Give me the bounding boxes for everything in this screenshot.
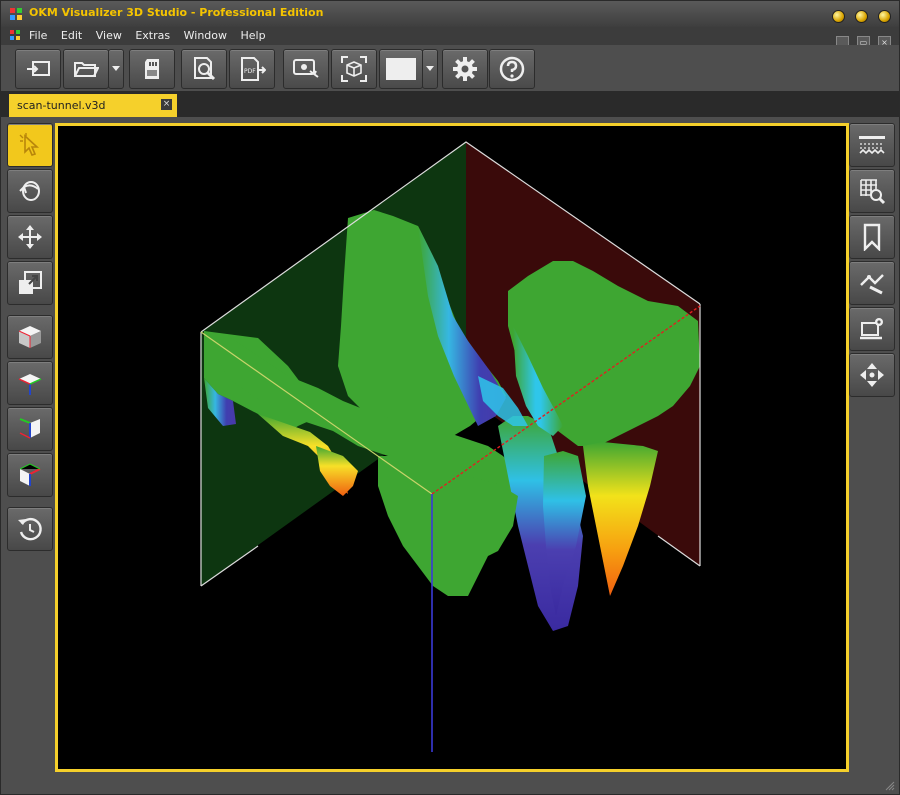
- navigation-icon: [860, 363, 884, 387]
- device-settings-button[interactable]: [849, 307, 895, 351]
- view-top-icon: [18, 374, 42, 395]
- open-file-dropdown[interactable]: [108, 49, 124, 89]
- view-side-button[interactable]: [7, 407, 53, 451]
- color-swatch-dropdown[interactable]: [422, 49, 438, 89]
- document-tab-bar: scan-tunnel.v3d ×: [1, 91, 899, 117]
- import-icon: [27, 61, 50, 76]
- view-front-button[interactable]: [7, 453, 53, 497]
- view-top-button[interactable]: [7, 361, 53, 405]
- resize-grip-icon[interactable]: [885, 781, 895, 791]
- app-logo-icon: [10, 8, 22, 20]
- view-front-icon: [19, 463, 41, 486]
- navigation-button[interactable]: [849, 353, 895, 397]
- export-pdf-icon: PDF: [241, 57, 266, 81]
- help-icon: [499, 56, 525, 82]
- menu-help[interactable]: Help: [241, 29, 266, 42]
- print-preview-icon: [194, 57, 216, 81]
- open-folder-icon: [74, 62, 99, 77]
- rotate-tool-button[interactable]: [7, 169, 53, 213]
- color-swatch-icon: [386, 58, 416, 80]
- minimize-window-button[interactable]: [831, 10, 845, 23]
- menu-edit[interactable]: Edit: [61, 29, 82, 42]
- view-3d-cube-icon: [18, 326, 41, 348]
- print-preview-button[interactable]: [181, 49, 227, 89]
- dropdown-arrow-icon: [426, 66, 434, 71]
- status-bar: [1, 773, 899, 794]
- maximize-window-button[interactable]: [854, 10, 868, 23]
- 3d-scan-render: [200, 141, 701, 752]
- pan-move-icon: [18, 225, 42, 249]
- device-settings-icon: [860, 318, 883, 340]
- menu-file[interactable]: File: [29, 29, 47, 42]
- measure-button[interactable]: [849, 261, 895, 305]
- tab-scan-tunnel[interactable]: scan-tunnel.v3d ×: [9, 94, 177, 117]
- grid-zoom-button[interactable]: [849, 169, 895, 213]
- grid-zoom-icon: [860, 179, 886, 205]
- screenshot-button[interactable]: [283, 49, 329, 89]
- close-tab-icon[interactable]: ×: [161, 99, 172, 110]
- menu-window[interactable]: Window: [184, 29, 227, 42]
- settings-button[interactable]: [442, 49, 488, 89]
- fit-view-icon: [341, 56, 367, 82]
- ground-layer-icon: [859, 136, 885, 155]
- dropdown-arrow-icon: [112, 66, 120, 71]
- ground-layer-button[interactable]: [849, 123, 895, 167]
- reset-view-icon: [18, 517, 42, 541]
- measure-icon: [860, 274, 884, 295]
- reset-view-button[interactable]: [7, 507, 53, 551]
- main-toolbar: PDF: [1, 45, 899, 91]
- application-window: OKM Visualizer 3D Studio - Professional …: [0, 0, 900, 795]
- color-swatch-button[interactable]: [379, 49, 423, 89]
- bookmark-button[interactable]: [849, 215, 895, 259]
- document-icon: [10, 30, 20, 40]
- help-button[interactable]: [489, 49, 535, 89]
- menu-bar: File Edit View Extras Window Help _ ▭ ×: [1, 27, 899, 49]
- menu-view[interactable]: View: [96, 29, 122, 42]
- screenshot-icon: [293, 59, 319, 78]
- sd-card-icon: [145, 59, 159, 79]
- save-card-button[interactable]: [129, 49, 175, 89]
- title-bar: OKM Visualizer 3D Studio - Professional …: [1, 1, 899, 27]
- select-tool-button[interactable]: [7, 123, 53, 167]
- 3d-viewport[interactable]: [55, 123, 849, 772]
- svg-text:PDF: PDF: [244, 68, 256, 75]
- open-file-button[interactable]: [63, 49, 109, 89]
- window-title: OKM Visualizer 3D Studio - Professional …: [29, 6, 324, 19]
- export-pdf-button[interactable]: PDF: [229, 49, 275, 89]
- view-3d-button[interactable]: [7, 315, 53, 359]
- zoom-box-tool-button[interactable]: [7, 261, 53, 305]
- menu-extras[interactable]: Extras: [135, 29, 170, 42]
- bookmark-icon: [863, 223, 881, 251]
- fit-view-button[interactable]: [331, 49, 377, 89]
- pan-tool-button[interactable]: [7, 215, 53, 259]
- settings-icon: [453, 57, 477, 81]
- import-button[interactable]: [15, 49, 61, 89]
- view-side-icon: [19, 418, 40, 439]
- rotate-icon: [19, 181, 40, 201]
- select-pointer-icon: [19, 133, 40, 156]
- tab-label: scan-tunnel.v3d: [17, 99, 106, 112]
- zoom-box-icon: [19, 271, 42, 294]
- close-window-button[interactable]: [878, 10, 891, 23]
